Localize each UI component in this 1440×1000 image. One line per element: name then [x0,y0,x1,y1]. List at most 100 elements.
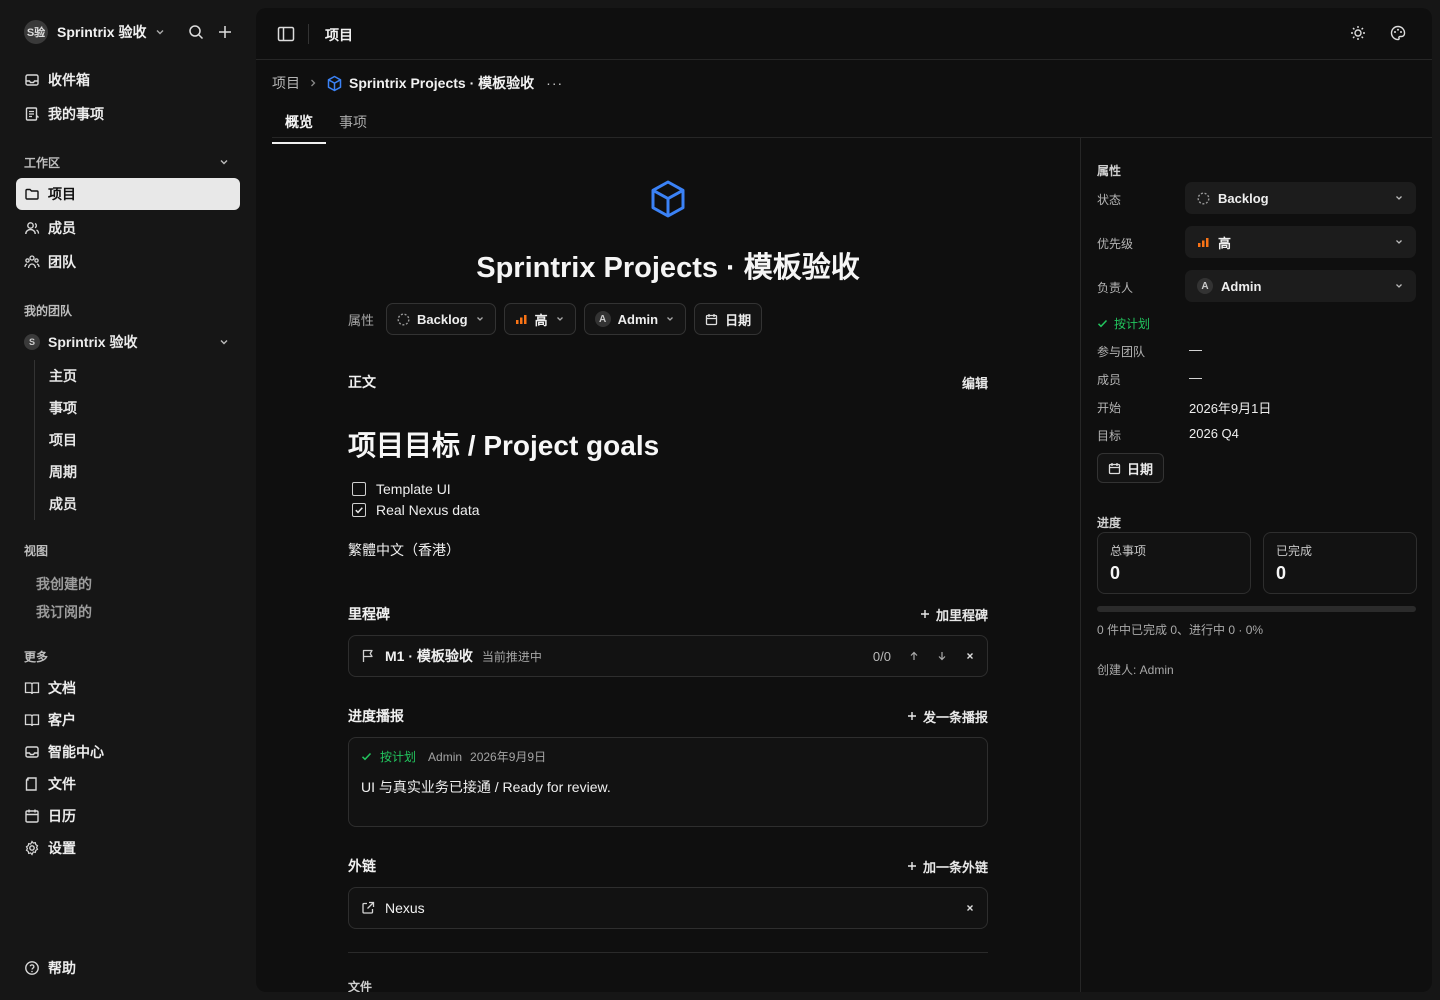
health-label: 按计划 [1114,317,1151,331]
list-item[interactable]: M1 · 模板验收 当前推进中 0/0 [349,636,987,676]
members-label: 成员 [1097,373,1122,387]
assignee-select-value: Admin [1221,278,1262,294]
priority-high-icon [515,313,528,325]
sun-icon[interactable] [1350,25,1366,41]
nav-inbox[interactable]: 收件箱 [16,64,240,96]
nav-projects-label: 项目 [48,186,76,202]
nav-calendar[interactable]: 日历 [16,800,240,832]
nav-projects[interactable]: 项目 [16,178,240,210]
team-sub-projects[interactable]: 项目 [49,430,77,450]
arrow-up-icon[interactable] [909,651,919,661]
close-icon[interactable] [965,651,975,661]
chevron-down-icon [1394,193,1404,203]
add-milestone-button[interactable]: 加里程碑 [920,605,988,624]
view-subscribed[interactable]: 我订阅的 [36,602,92,622]
project-properties-row: 属性 Backlog 高 A Admin 日期 [348,303,763,335]
plus-icon[interactable] [218,25,232,39]
team-sprintrix[interactable]: S Sprintrix 验收 [16,326,240,358]
project-title[interactable]: Sprintrix Projects · 模板验收 [256,244,1080,286]
more-options-button[interactable]: ··· [546,75,563,91]
chevron-down-icon[interactable] [218,156,230,168]
nav-files[interactable]: 文件 [16,768,240,800]
nav-docs[interactable]: 文档 [16,672,240,704]
team-sub-issues[interactable]: 事项 [49,398,77,418]
chevron-down-icon [1394,237,1404,247]
nav-customers[interactable]: 客户 [16,704,240,736]
status-label: 状态 [1097,193,1122,207]
status-select[interactable]: Backlog [1185,182,1416,214]
status-select-value: Backlog [1218,190,1269,206]
nav-ai-center-label: 智能中心 [48,744,104,760]
nav-settings-label: 设置 [48,840,76,856]
arrow-down-icon[interactable] [937,651,947,661]
checklist-item[interactable]: Real Nexus data [352,502,480,518]
team-sub-members[interactable]: 成员 [49,494,77,514]
body-section-header: 正文 编辑 [348,372,988,392]
checkbox-unchecked[interactable] [352,482,366,496]
checklist-item[interactable]: Template UI [352,481,451,497]
calendar-icon [24,808,40,824]
priority-select[interactable]: 高 [1185,226,1416,258]
start-value[interactable]: 2026年9月1日 [1189,398,1271,417]
my-teams-label: 我的团队 [24,304,73,318]
breadcrumb-root[interactable]: 项目 [272,73,300,93]
search-icon[interactable] [188,24,204,40]
health-status[interactable]: 按计划 [1097,315,1150,332]
team-tree-line [34,360,35,520]
nav-teams[interactable]: 团队 [16,246,240,278]
checklist-label: Template UI [376,481,451,497]
team-sub-cycles[interactable]: 周期 [49,462,77,482]
milestone-name: M1 · 模板验收 [385,648,473,664]
help-button[interactable]: 帮助 [16,952,240,984]
add-link-button[interactable]: 加一条外链 [907,857,988,876]
checkbox-checked[interactable] [352,503,366,517]
workspace-switcher[interactable]: S验 Sprintrix 验收 [24,20,244,44]
assignee-chip[interactable]: A Admin [583,303,687,335]
docs-icon [24,680,40,696]
nav-my-issues[interactable]: 我的事项 [16,98,240,130]
teams-value[interactable]: — [1189,342,1202,357]
chevron-down-icon[interactable] [218,336,230,348]
post-update-button[interactable]: 发一条播报 [907,707,988,726]
date-chip-label: 日期 [725,312,752,328]
update-body: UI 与真实业务已接通 / Ready for review. [361,779,611,795]
properties-panel: 属性 状态 Backlog 优先级 高 负责人 A Admin 按计划 参与团队… [1080,138,1432,992]
updates-label: 进度播报 [348,708,404,724]
edit-button[interactable]: 编辑 [962,373,988,392]
milestones-label: 里程碑 [348,606,390,622]
close-icon[interactable] [965,903,975,913]
plus-icon [907,862,916,870]
assignee-select[interactable]: A Admin [1185,270,1416,302]
team-sub-home[interactable]: 主页 [49,366,77,386]
inbox-icon [24,72,40,88]
link-name[interactable]: Nexus [385,900,425,916]
status-chip[interactable]: Backlog [386,303,496,335]
update-date: 2026年9月9日 [470,750,547,764]
chevron-down-icon [475,314,485,324]
date-chip[interactable]: 日期 [694,303,763,335]
nav-ai-center[interactable]: 智能中心 [16,736,240,768]
team-badge: S [24,334,40,350]
nav-settings[interactable]: 设置 [16,832,240,864]
backlog-status-icon [397,312,410,326]
progress-bar [1097,606,1416,612]
sidebar-toggle-icon[interactable] [277,25,295,43]
milestone-count: 0/0 [872,648,891,664]
list-item[interactable]: Nexus [349,888,987,928]
members-value[interactable]: — [1189,370,1202,385]
palette-icon[interactable] [1390,25,1406,41]
customers-icon [24,712,40,728]
milestone-card: M1 · 模板验收 当前推进中 0/0 [348,635,988,677]
date-button[interactable]: 日期 [1097,453,1165,483]
nav-members-label: 成员 [48,220,76,236]
plus-icon [920,610,929,618]
priority-chip[interactable]: 高 [503,303,576,335]
view-created-by-me[interactable]: 我创建的 [36,574,92,594]
body-section-label: 正文 [348,374,376,390]
target-value[interactable]: 2026 Q4 [1189,426,1239,441]
nav-members[interactable]: 成员 [16,212,240,244]
teams-label: 参与团队 [1097,345,1146,359]
target-label: 目标 [1097,429,1122,443]
nav-files-label: 文件 [48,776,76,792]
doc-paragraph: 繁體中文（香港） [348,542,460,558]
